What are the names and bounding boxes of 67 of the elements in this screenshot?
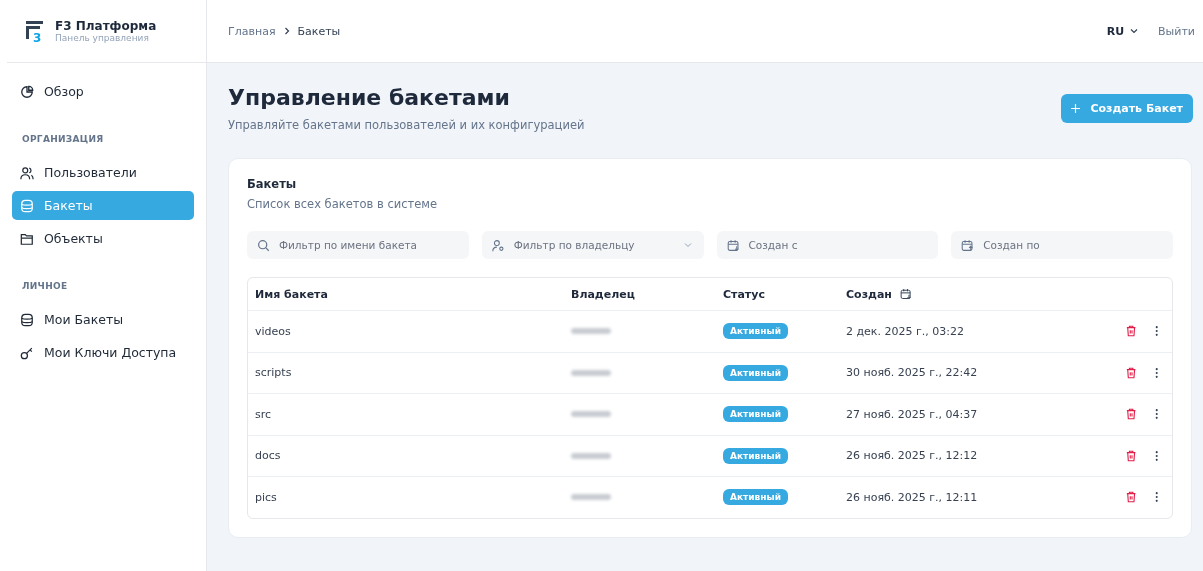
redacted-text (571, 494, 611, 501)
date-field[interactable]: Создан по (951, 231, 1173, 259)
delete-icon[interactable] (1126, 449, 1137, 462)
folder-icon (20, 231, 34, 246)
pie-chart-icon (20, 84, 34, 99)
language-select[interactable]: RU (1104, 22, 1141, 40)
sidebar-item[interactable]: Мои Бакеты (12, 305, 194, 334)
table-cell: videos (255, 324, 291, 338)
breadcrumb-link[interactable]: Бакеты (297, 24, 341, 38)
column-header: Создан (846, 287, 892, 301)
table-cell: scripts (255, 366, 292, 380)
sidebar-item[interactable]: Пользователи (12, 158, 194, 187)
redacted-text (571, 411, 611, 418)
status-badge: Активный (723, 323, 788, 340)
chevron-down-icon (1130, 27, 1139, 35)
chevron-right-icon (282, 27, 291, 35)
card-title: Бакеты (247, 177, 298, 191)
key-icon (20, 345, 34, 360)
f3-logo: 3 (25, 19, 45, 43)
sidebar-item[interactable]: Мои Ключи Доступа (12, 338, 194, 367)
search-field[interactable]: Фильтр по имени бакета (247, 231, 469, 259)
brand-subtitle: Панель управления (55, 33, 150, 43)
delete-icon[interactable] (1126, 491, 1137, 504)
redacted-text (571, 452, 611, 459)
column-header: Статус (723, 287, 765, 301)
users-icon (20, 165, 34, 180)
owner-select[interactable]: Фильтр по владельцу (481, 231, 704, 259)
breadcrumb-link[interactable]: Главная (228, 24, 276, 38)
more-icon[interactable] (1154, 325, 1158, 338)
section-heading: ЛИЧНОЕ (21, 280, 69, 293)
delete-icon[interactable] (1126, 408, 1137, 421)
page-subtitle: Управляйте бакетами пользователей и их конфигурацией (228, 118, 585, 132)
table-cell: docs (255, 449, 281, 463)
delete-icon[interactable] (1126, 325, 1137, 338)
logout-button[interactable]: Выйти (1158, 24, 1195, 38)
status-badge: Активный (723, 364, 788, 381)
more-icon[interactable] (1154, 449, 1158, 462)
page-title: Управление бакетами (228, 85, 511, 110)
status-badge: Активный (723, 447, 788, 464)
redacted-text (571, 328, 611, 335)
more-icon[interactable] (1154, 408, 1158, 421)
redacted-text (571, 369, 611, 376)
table-cell: 26 нояб. 2025 г., 12:11 (846, 490, 978, 504)
database-icon (20, 198, 34, 213)
sidebar-item[interactable]: Обзор (12, 77, 194, 106)
column-header: Имя бакета (255, 287, 328, 301)
section-heading: ОРГАНИЗАЦИЯ (21, 133, 105, 146)
status-badge: Активный (723, 489, 788, 506)
database-icon (20, 312, 34, 327)
table-cell: src (255, 407, 272, 421)
table-cell: 27 нояб. 2025 г., 04:37 (846, 407, 978, 421)
column-header: Владелец (571, 287, 635, 301)
delete-icon[interactable] (1126, 366, 1137, 379)
more-icon[interactable] (1154, 366, 1158, 379)
date-field[interactable]: Создан с (716, 231, 939, 259)
plus-icon (1071, 104, 1081, 113)
chevron-down-icon (683, 241, 692, 249)
table-cell: pics (255, 490, 277, 504)
more-icon[interactable] (1154, 491, 1158, 504)
table-cell: 30 нояб. 2025 г., 22:42 (846, 366, 978, 380)
brand-title: F3 Платформа (55, 19, 157, 33)
table-cell: 2 дек. 2025 г., 03:22 (846, 324, 964, 338)
calendar-icon (899, 288, 912, 300)
status-badge: Активный (723, 406, 788, 423)
table-cell: 26 нояб. 2025 г., 12:12 (846, 449, 978, 463)
card-subtitle: Список всех бакетов в системе (247, 197, 439, 211)
sidebar-item[interactable]: Объекты (12, 224, 194, 253)
